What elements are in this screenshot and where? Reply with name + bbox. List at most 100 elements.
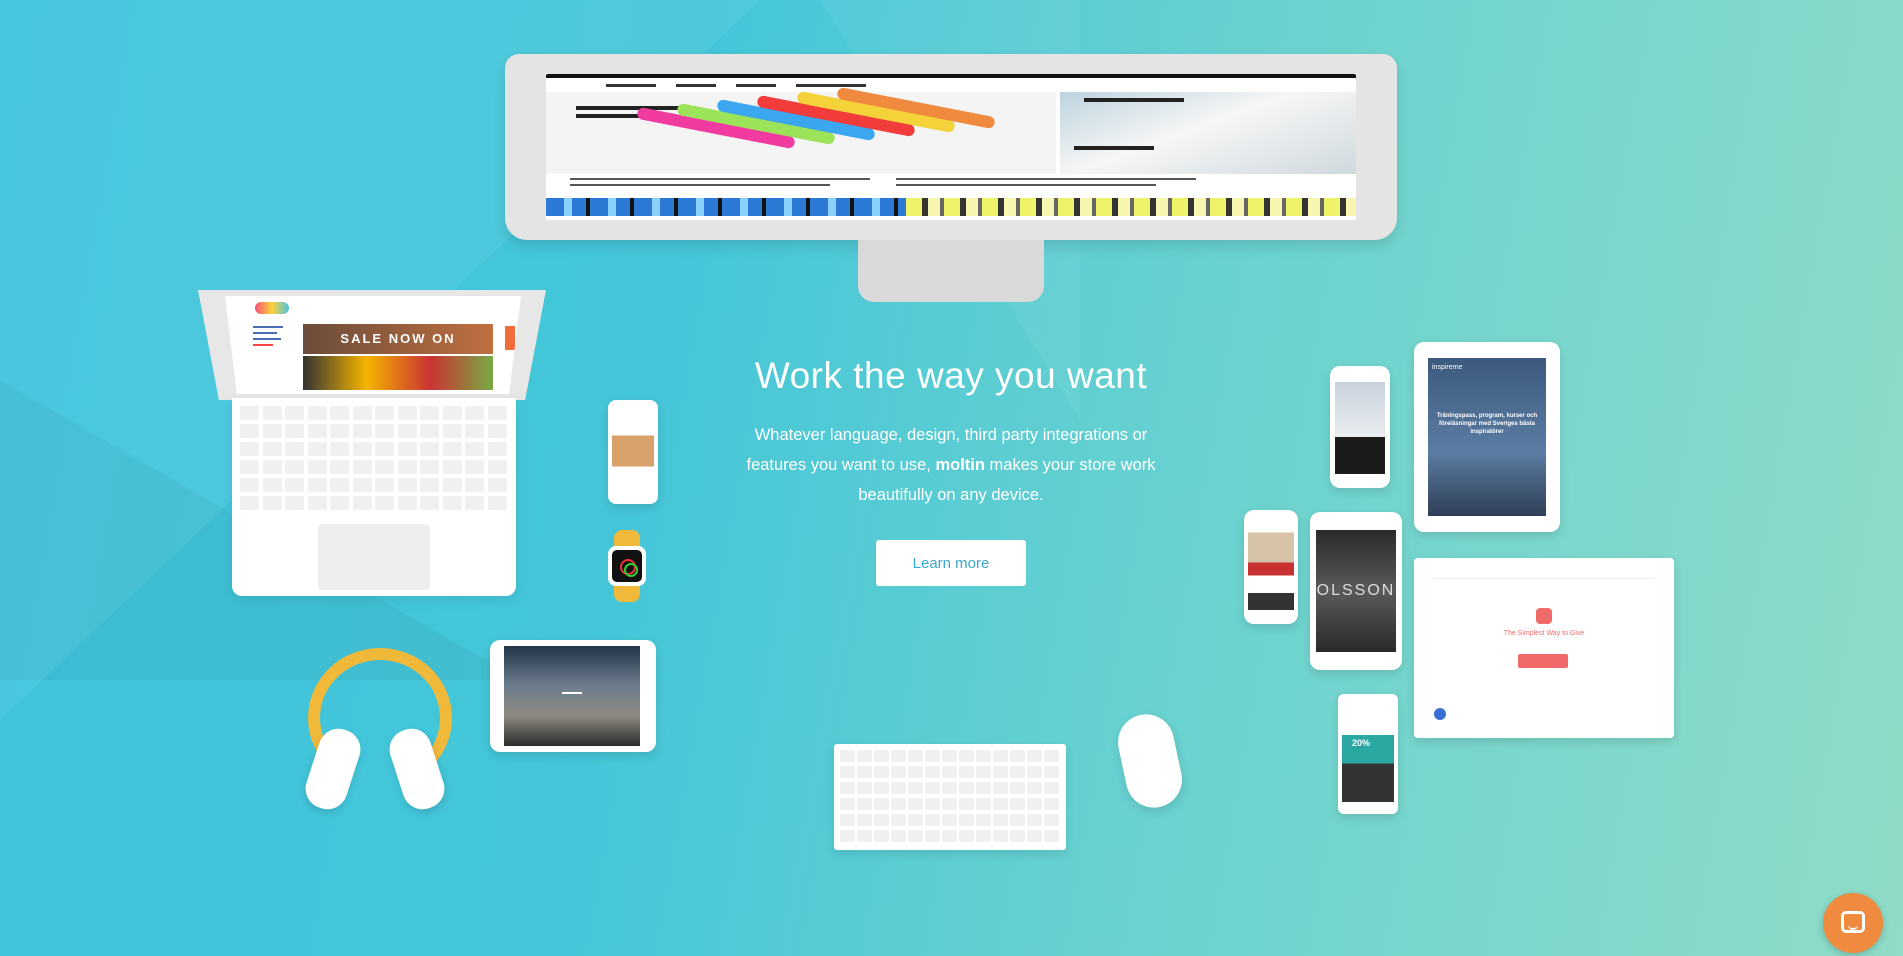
keyboard-key (352, 424, 372, 438)
keyboard-key (375, 442, 394, 456)
tablet-headline: Träningspass, program, kurser och förelä… (1436, 413, 1538, 435)
keyboard-key (285, 406, 304, 420)
keyboard-key (465, 442, 484, 456)
keyboard-key (1027, 750, 1042, 762)
keyboard-key (442, 460, 462, 474)
olsson-logo: OLSSON (1316, 582, 1396, 599)
keyboard-key (891, 830, 906, 842)
keyboard-key (307, 442, 327, 456)
keyboard-key (840, 782, 855, 794)
keyboard-key (397, 460, 417, 474)
keyboard-key (487, 442, 507, 456)
keyboard-key (976, 766, 991, 778)
keyboard-key (1044, 766, 1059, 778)
keyboard-key (262, 496, 282, 510)
keyboard-key (420, 460, 439, 474)
keyboard-key (465, 496, 484, 510)
keyboard-key (397, 442, 417, 456)
keyboard-key (908, 814, 923, 826)
keyboard-key (874, 766, 889, 778)
keyboard-key (307, 406, 327, 420)
keyboard-key (1027, 798, 1042, 810)
keyboard-key (891, 798, 906, 810)
keyboard-key (420, 424, 439, 438)
keyboard-key (307, 496, 327, 510)
keyboard-key (375, 460, 394, 474)
brand-name: moltin (935, 456, 985, 474)
keyboard-key (959, 830, 974, 842)
keyboard-key (1044, 798, 1059, 810)
keyboard-key (442, 406, 462, 420)
keyboard-key (487, 460, 507, 474)
keyboard-key (942, 766, 957, 778)
promo-label: 20% (1352, 738, 1371, 748)
keyboard-key (1010, 750, 1025, 762)
keyboard-key (874, 830, 889, 842)
keyboard-key (397, 424, 417, 438)
learn-more-button[interactable]: Learn more (876, 540, 1026, 586)
keyboard-key (1010, 814, 1025, 826)
keyboard-key (976, 798, 991, 810)
keyboard-key (874, 750, 889, 762)
keyboard-key (420, 442, 439, 456)
keyboard-key (942, 830, 957, 842)
keyboard-key (1027, 814, 1042, 826)
keyboard-key (925, 750, 940, 762)
phone-device (1330, 366, 1390, 488)
keyboard-key (352, 442, 372, 456)
keyboard-key (959, 798, 974, 810)
imac-screen (546, 74, 1356, 220)
keyboard-key (352, 496, 372, 510)
keyboard-key (959, 814, 974, 826)
keyboard-key (442, 424, 462, 438)
keyboard-key (976, 750, 991, 762)
keyboard-key (993, 798, 1008, 810)
keyboard-key (925, 782, 940, 794)
keyboard-key (840, 798, 855, 810)
keyboard-key (976, 814, 991, 826)
keyboard-key (330, 460, 349, 474)
tablet-landscape-device (490, 640, 656, 752)
keyboard-key (307, 424, 327, 438)
web-app-card: The Simplest Way to Give (1414, 558, 1674, 738)
sale-banner: SALE NOW ON (303, 324, 493, 354)
keyboard-device (834, 744, 1066, 850)
chat-button[interactable] (1823, 893, 1883, 953)
keyboard-key (1010, 766, 1025, 778)
keyboard-key (993, 782, 1008, 794)
keyboard-key (1044, 750, 1059, 762)
keyboard-key (1010, 782, 1025, 794)
keyboard-key (840, 750, 855, 762)
phone-device: 20% (1338, 694, 1398, 814)
keyboard-key (959, 782, 974, 794)
keyboard-key (375, 406, 394, 420)
keyboard-key (240, 424, 259, 438)
keyboard-key (262, 442, 282, 456)
keyboard-key (465, 460, 484, 474)
keyboard-key (891, 782, 906, 794)
keyboard-key (908, 782, 923, 794)
keyboard-key (442, 442, 462, 456)
keyboard-key (1010, 798, 1025, 810)
keyboard-key (240, 406, 259, 420)
hero-description: Whatever language, design, third party i… (746, 426, 1156, 504)
keyboard-key (285, 442, 304, 456)
keyboard-key (1044, 782, 1059, 794)
keyboard-key (959, 750, 974, 762)
laptop-keyboard (232, 398, 516, 596)
keyboard-key (959, 766, 974, 778)
keyboard-key (352, 478, 372, 492)
keyboard-key (840, 814, 855, 826)
keyboard-key (908, 798, 923, 810)
keyboard-key (262, 478, 282, 492)
keyboard-key (874, 782, 889, 794)
phone-device (608, 400, 658, 504)
keyboard-key (1027, 782, 1042, 794)
keyboard-key (465, 424, 484, 438)
keyboard-key (1027, 830, 1042, 842)
keyboard-key (874, 814, 889, 826)
keyboard-key (240, 478, 259, 492)
web-tagline: The Simplest Way to Give (1503, 630, 1585, 637)
keyboard-key (487, 424, 507, 438)
page-title: Work the way you want (754, 355, 1148, 396)
